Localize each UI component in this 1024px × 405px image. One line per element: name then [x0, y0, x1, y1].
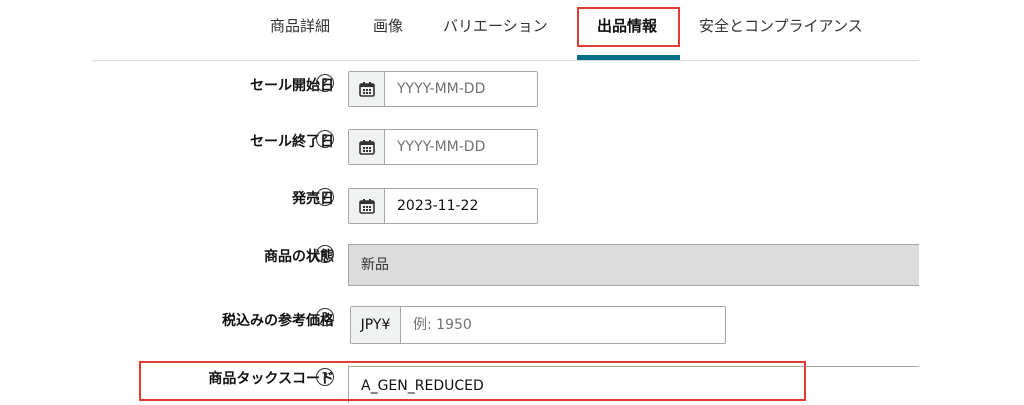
sale-start-date-field[interactable]: YYYY-MM-DD: [348, 71, 538, 107]
reference-price-input[interactable]: 例: 1950: [413, 307, 472, 343]
release-date-input[interactable]: 2023-11-22: [397, 189, 478, 223]
active-tab-highlight: [577, 7, 680, 47]
condition-value: 新品: [361, 257, 389, 273]
sale-end-date-field[interactable]: YYYY-MM-DD: [348, 129, 538, 165]
tax-code-value[interactable]: A_GEN_REDUCED: [361, 367, 484, 405]
sale-end-input[interactable]: YYYY-MM-DD: [397, 130, 485, 164]
currency-prefix: JPY¥: [351, 307, 401, 343]
help-icon[interactable]: ?: [316, 130, 334, 148]
tab-variations[interactable]: バリエーション: [443, 14, 548, 38]
help-icon[interactable]: ?: [316, 245, 334, 263]
tab-product-details[interactable]: 商品詳細: [270, 14, 330, 38]
condition-field: 新品: [348, 244, 919, 286]
calendar-icon[interactable]: [349, 72, 385, 106]
release-date-field[interactable]: 2023-11-22: [348, 188, 538, 224]
help-icon[interactable]: ?: [316, 188, 334, 206]
help-icon[interactable]: ?: [316, 74, 334, 92]
calendar-icon[interactable]: [349, 130, 385, 164]
tab-bar: 商品詳細 画像 バリエーション 出品情報 安全とコンプライアンス: [0, 0, 1024, 60]
tab-safety-compliance[interactable]: 安全とコンプライアンス: [699, 14, 863, 38]
tab-divider: [92, 60, 918, 61]
help-icon[interactable]: ?: [316, 368, 334, 386]
tab-images[interactable]: 画像: [373, 14, 403, 38]
help-icon[interactable]: ?: [316, 308, 334, 326]
tax-code-label: 商品タックスコード: [208, 371, 334, 387]
tax-code-field[interactable]: A_GEN_REDUCED: [348, 366, 919, 403]
calendar-icon[interactable]: [349, 189, 385, 223]
sale-start-input[interactable]: YYYY-MM-DD: [397, 72, 485, 106]
reference-price-field[interactable]: JPY¥ 例: 1950: [350, 306, 726, 344]
